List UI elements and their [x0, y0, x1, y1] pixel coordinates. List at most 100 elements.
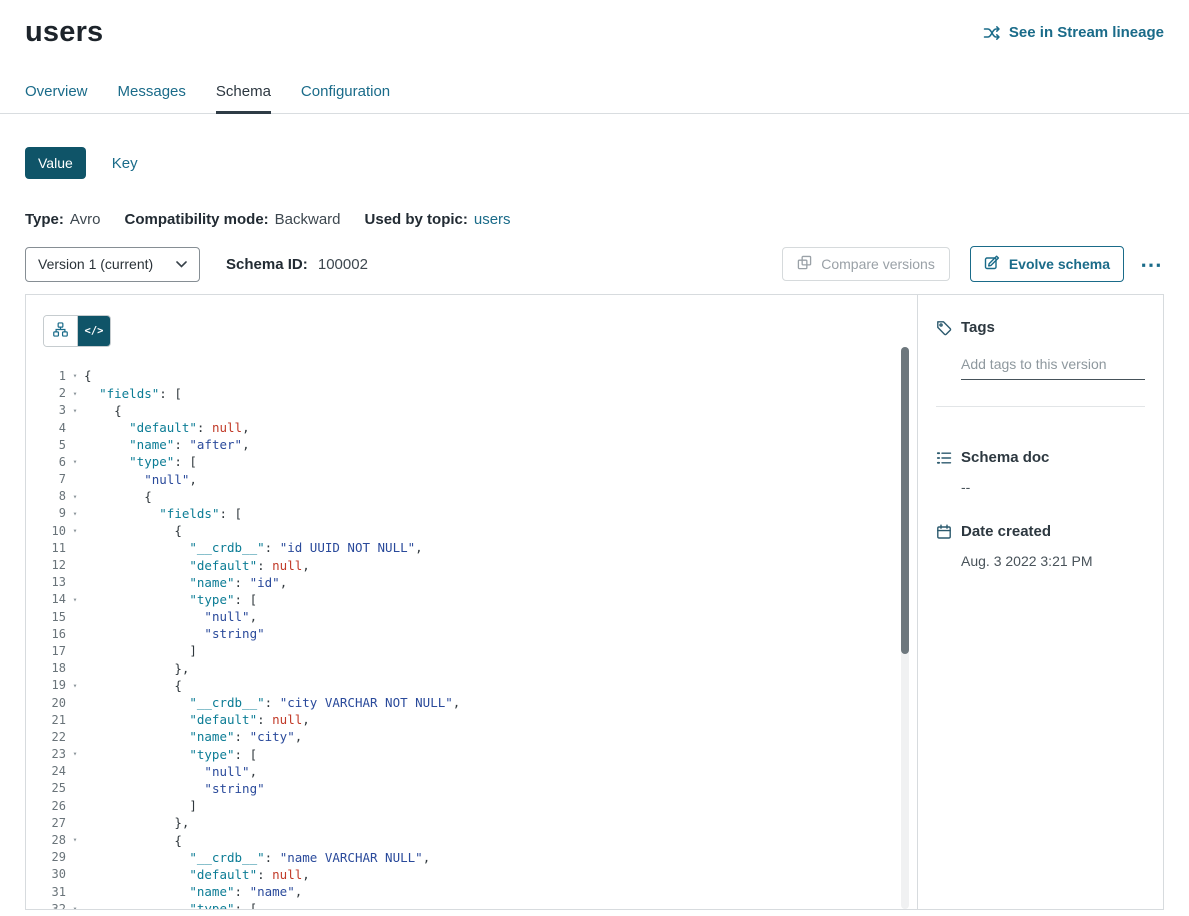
tags-input[interactable] — [961, 356, 1145, 380]
fold-toggle-icon[interactable]: ▾ — [66, 745, 84, 762]
code-text: { — [84, 523, 182, 538]
copy-icon — [797, 255, 812, 273]
list-icon — [936, 450, 952, 466]
line-number: 28 — [26, 833, 66, 847]
code-line: 28▾ { — [26, 831, 917, 848]
code-line: 27 }, — [26, 814, 917, 831]
meta-compatibility-mode-label: Compatibility mode: — [124, 211, 268, 228]
tab-configuration[interactable]: Configuration — [301, 83, 390, 113]
stream-lineage-label: See in Stream lineage — [1009, 24, 1164, 41]
line-number: 5 — [26, 438, 66, 452]
page-title: users — [25, 16, 103, 49]
code-line: 21 "default": null, — [26, 711, 917, 728]
schema-page: users See in Stream lineage Overview Mess… — [0, 0, 1189, 916]
code-text: }, — [84, 661, 189, 676]
fold-toggle-icon[interactable]: ▾ — [66, 488, 84, 505]
editor-view-toggle: </> — [43, 315, 111, 347]
code-text: "fields": [ — [84, 386, 182, 401]
code-line: 30 "default": null, — [26, 866, 917, 883]
code-line: 32▾ "type": [ — [26, 900, 917, 909]
sidebar-divider — [936, 406, 1145, 407]
tags-title: Tags — [961, 319, 995, 336]
code-text: "__crdb__": "name VARCHAR NULL", — [84, 850, 430, 865]
code-line: 31 "name": "name", — [26, 883, 917, 900]
key-toggle-button[interactable]: Key — [112, 155, 138, 172]
code-text: "default": null, — [84, 558, 310, 573]
fold-toggle-icon[interactable]: ▾ — [66, 900, 84, 909]
code-line: 19▾ { — [26, 677, 917, 694]
code-line: 26 ] — [26, 797, 917, 814]
code-text: "string" — [84, 781, 265, 796]
code-line: 7 "null", — [26, 470, 917, 487]
editor-scrollbar-thumb[interactable] — [901, 347, 909, 654]
code-text: "default": null, — [84, 712, 310, 727]
tab-messages[interactable]: Messages — [118, 83, 186, 113]
code-text: { — [84, 368, 92, 383]
meta-used-by-topic: Used by topic:users — [365, 211, 511, 228]
chevron-down-icon — [176, 261, 187, 268]
stream-lineage-link[interactable]: See in Stream lineage — [983, 24, 1164, 42]
code-line: 4 "default": null, — [26, 419, 917, 436]
line-number: 17 — [26, 644, 66, 658]
line-number: 32 — [26, 902, 66, 910]
code-text: "null", — [84, 472, 197, 487]
evolve-schema-button[interactable]: Evolve schema — [970, 246, 1124, 282]
tree-view-button[interactable] — [44, 316, 77, 346]
line-number: 15 — [26, 610, 66, 624]
value-toggle-button[interactable]: Value — [25, 147, 86, 179]
meta-type: Type:Avro — [25, 211, 100, 228]
meta-compatibility-mode-value: Backward — [275, 211, 341, 228]
code-line: 10▾ { — [26, 522, 917, 539]
compare-versions-button[interactable]: Compare versions — [782, 247, 950, 281]
editor-scrollbar[interactable] — [901, 347, 909, 909]
code-text: { — [84, 489, 152, 504]
line-number: 31 — [26, 885, 66, 899]
fold-toggle-icon[interactable]: ▾ — [66, 591, 84, 608]
fold-toggle-icon[interactable]: ▾ — [66, 831, 84, 848]
code-line: 2▾ "fields": [ — [26, 385, 917, 402]
line-number: 8 — [26, 489, 66, 503]
meta-used-by-topic-link[interactable]: users — [474, 211, 511, 228]
code-line: 9▾ "fields": [ — [26, 505, 917, 522]
line-number: 18 — [26, 661, 66, 675]
line-number: 16 — [26, 627, 66, 641]
date-created-value: Aug. 3 2022 3:21 PM — [961, 553, 1145, 569]
fold-toggle-icon[interactable]: ▾ — [66, 677, 84, 694]
schema-id: Schema ID: 100002 — [226, 256, 368, 273]
code-text: "type": [ — [84, 592, 257, 607]
code-line: 11 "__crdb__": "id UUID NOT NULL", — [26, 539, 917, 556]
version-select[interactable]: Version 1 (current) — [25, 247, 200, 282]
meta-type-label: Type: — [25, 211, 64, 228]
line-number: 2 — [26, 386, 66, 400]
code-text: "__crdb__": "id UUID NOT NULL", — [84, 540, 423, 555]
fold-toggle-icon[interactable]: ▾ — [66, 367, 84, 384]
fold-toggle-icon[interactable]: ▾ — [66, 505, 84, 522]
line-number: 7 — [26, 472, 66, 486]
compare-versions-label: Compare versions — [821, 256, 935, 272]
code-text: "type": [ — [84, 454, 197, 469]
date-created-header: Date created — [936, 523, 1145, 540]
fold-toggle-icon[interactable]: ▾ — [66, 402, 84, 419]
fold-toggle-icon[interactable]: ▾ — [66, 522, 84, 539]
tab-schema[interactable]: Schema — [216, 83, 271, 113]
code-line: 15 "null", — [26, 608, 917, 625]
code-line: 29 "__crdb__": "name VARCHAR NULL", — [26, 849, 917, 866]
code-text: { — [84, 678, 182, 693]
tab-overview[interactable]: Overview — [25, 83, 88, 113]
code-text: "name": "name", — [84, 884, 302, 899]
date-created-title: Date created — [961, 523, 1051, 540]
line-number: 4 — [26, 421, 66, 435]
schema-doc-section: Schema doc -- — [936, 449, 1145, 495]
code-view-button[interactable]: </> — [77, 316, 110, 346]
fold-toggle-icon[interactable]: ▾ — [66, 385, 84, 402]
code-text: }, — [84, 815, 189, 830]
more-options-button[interactable]: ⋯ — [1138, 255, 1164, 274]
meta-compatibility-mode: Compatibility mode: Backward — [124, 211, 340, 228]
code-text: ] — [84, 643, 197, 658]
code-line: 12 "default": null, — [26, 556, 917, 573]
schema-editor: </> 1▾{2▾ "fields": [3▾ {4 "default": nu… — [26, 295, 918, 909]
code-text: "null", — [84, 609, 257, 624]
schema-controls: Version 1 (current) Schema ID: 100002 Co… — [0, 246, 1189, 282]
fold-toggle-icon[interactable]: ▾ — [66, 453, 84, 470]
code-line: 1▾{ — [26, 367, 917, 384]
